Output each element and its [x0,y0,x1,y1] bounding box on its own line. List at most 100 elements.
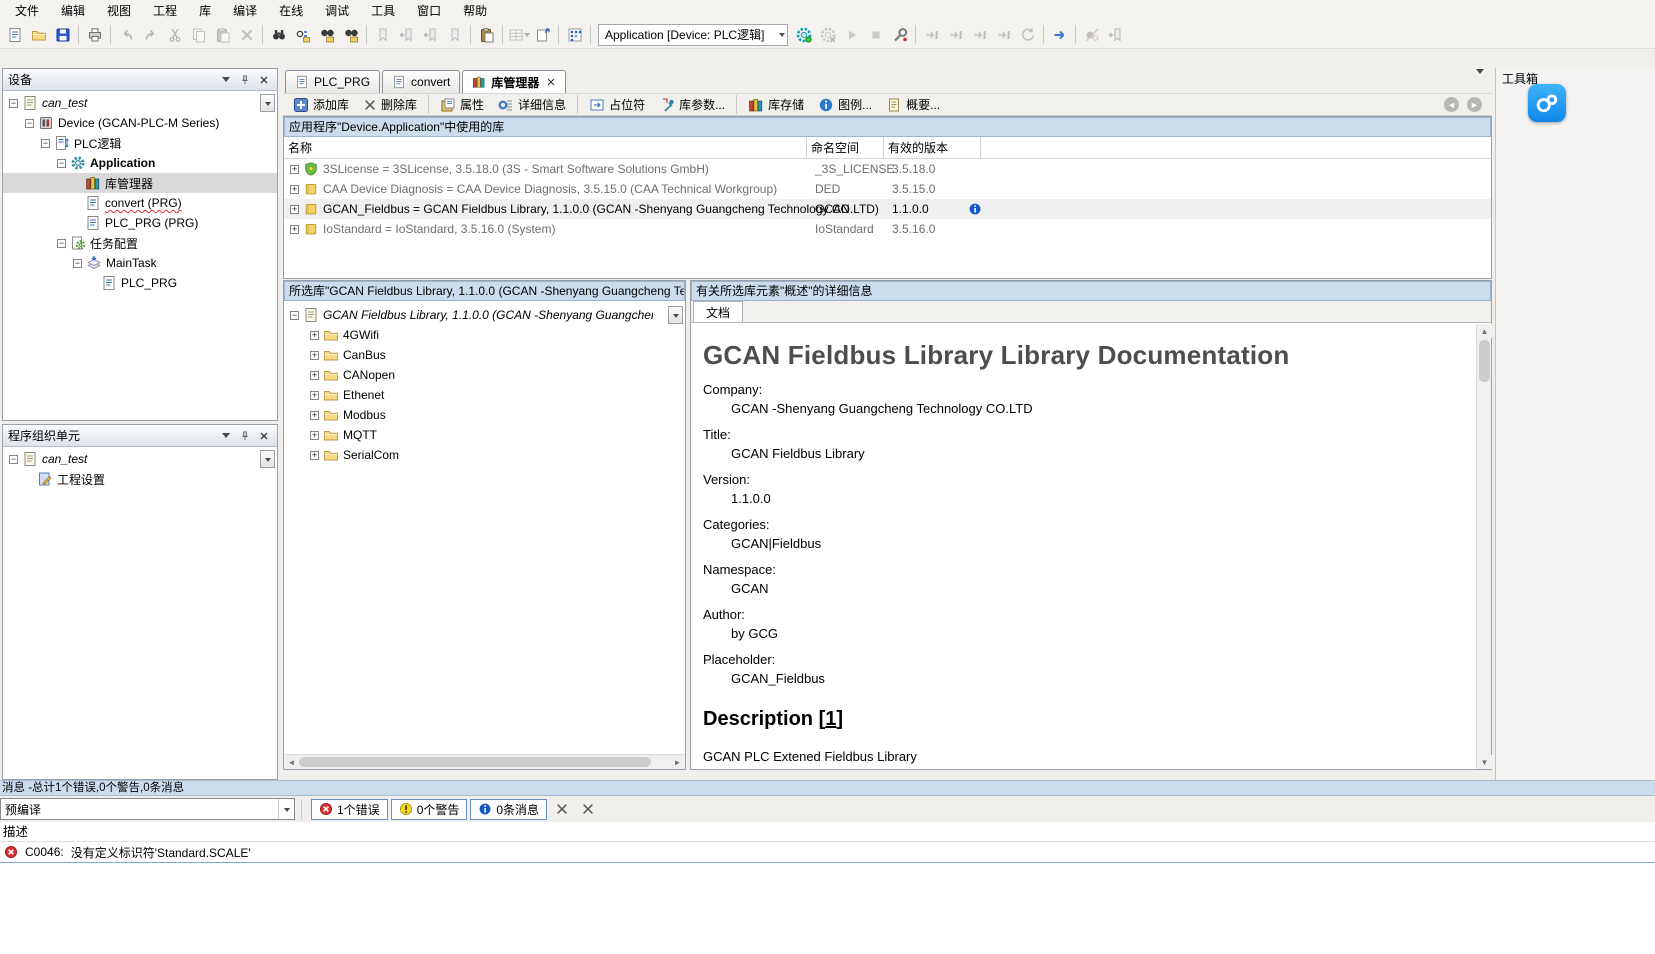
scroll-up-button[interactable]: ▲ [1477,324,1492,338]
error-message-row[interactable]: C0046: 没有定义标识符'Standard.SCALE' [0,842,1655,863]
expand-icon[interactable] [310,371,319,380]
print-button[interactable] [83,23,106,46]
collapse-icon[interactable] [9,99,18,108]
tab-plc-prg[interactable]: PLC_PRG [285,70,380,93]
collapse-icon[interactable] [25,119,34,128]
run-to-cursor-button[interactable] [992,23,1015,46]
single-cycle-button[interactable] [888,23,911,46]
column-namespace[interactable]: 命名空间 [807,137,884,159]
find-in-project-button[interactable] [315,23,338,46]
expand-icon[interactable] [310,431,319,440]
step-out-button[interactable] [968,23,991,46]
panel-close-button[interactable] [256,72,272,87]
declaration-table-button[interactable] [507,23,530,46]
panel-close-button[interactable] [256,428,272,443]
tree-item-folder-mqtt[interactable]: MQTT [284,425,685,445]
column-version[interactable]: 有效的版本 [884,137,981,159]
project-combo-button[interactable] [260,450,275,468]
menu-build[interactable]: 编译 [222,0,268,21]
tab-documentation[interactable]: 文档 [693,301,743,322]
library-parameters-button[interactable]: 库参数... [653,94,731,115]
tab-library-manager[interactable]: 库管理器 ✕ [462,70,565,93]
scrollbar-thumb[interactable] [1479,340,1490,382]
tree-item-folder-4gwifi[interactable]: 4GWifi [284,325,685,345]
placeholder-button[interactable]: 占位符 [583,94,651,115]
menu-window[interactable]: 窗口 [406,0,452,21]
vertical-scrollbar[interactable]: ▲ ▼ [1476,324,1491,769]
tree-item-maintask[interactable]: MainTask [3,253,277,273]
scroll-left-button[interactable]: ◄ [284,755,299,769]
step-over-button[interactable] [920,23,943,46]
paste-special-button[interactable] [475,23,498,46]
tree-item-folder-ethenet[interactable]: Ethenet [284,385,685,405]
active-application-combo[interactable]: Application [Device: PLC逻辑] [598,24,788,46]
collapse-icon[interactable] [57,159,66,168]
expand-icon[interactable] [310,351,319,360]
new-window-button[interactable] [531,23,554,46]
menu-library[interactable]: 库 [188,0,222,21]
expand-icon[interactable] [290,205,299,214]
legend-button[interactable]: 图例... [812,94,878,115]
cut-button[interactable] [163,23,186,46]
forward-button[interactable]: ► [1467,97,1482,112]
delete-library-button[interactable]: 删除库 [357,94,423,115]
menu-file[interactable]: 文件 [4,0,50,21]
logout-button[interactable] [816,23,839,46]
toggle-breakpoint-button[interactable] [1080,23,1103,46]
expand-icon[interactable] [310,331,319,340]
open-project-button[interactable] [27,23,50,46]
next-bookmark-button[interactable] [419,23,442,46]
expand-icon[interactable] [310,411,319,420]
library-version-combo[interactable] [668,306,683,324]
panel-pin-button[interactable] [237,428,253,443]
tree-item-library-manager[interactable]: 库管理器 [3,173,277,193]
tree-item-device[interactable]: Device (GCAN-PLC-M Series) [3,113,277,133]
menu-edit[interactable]: 编辑 [50,0,96,21]
clear-messages-button[interactable] [551,799,573,820]
clear-bookmarks-button[interactable] [443,23,466,46]
copy-button[interactable] [187,23,210,46]
tree-item-maintask-plc-prg[interactable]: PLC_PRG [3,273,277,293]
reset-button[interactable] [1016,23,1039,46]
stop-button[interactable] [864,23,887,46]
collapse-icon[interactable] [41,139,50,148]
step-into-button[interactable] [944,23,967,46]
details-button[interactable]: 详细信息 [492,94,572,115]
menu-debug[interactable]: 调试 [314,0,360,21]
warnings-filter-button[interactable]: 0个警告 [391,799,468,820]
back-button[interactable]: ◄ [1444,97,1459,112]
info-icon[interactable] [968,202,982,216]
tree-item-library-root[interactable]: GCAN Fieldbus Library, 1.1.0.0 (GCAN -Sh… [284,305,685,325]
flow-control-button[interactable] [1048,23,1071,46]
scroll-down-button[interactable]: ▼ [1477,755,1492,769]
description-column-header[interactable]: 描述 [0,822,1655,842]
build-button[interactable] [563,23,586,46]
new-project-button[interactable] [3,23,26,46]
prev-bookmark-button[interactable] [395,23,418,46]
menu-view[interactable]: 视图 [96,0,142,21]
library-row-3slicense[interactable]: 3SLicense = 3SLicense, 3.5.18.0 (3S - Sm… [284,159,1491,179]
toggle-bookmark-button[interactable] [371,23,394,46]
menu-tools[interactable]: 工具 [360,0,406,21]
library-row-iostandard[interactable]: IoStandard = IoStandard, 3.5.16.0 (Syste… [284,219,1491,239]
menu-online[interactable]: 在线 [268,0,314,21]
tree-item-application[interactable]: Application [3,153,277,173]
expand-icon[interactable] [310,451,319,460]
menu-project[interactable]: 工程 [142,0,188,21]
panel-pin-button[interactable] [237,72,253,87]
replace-button[interactable] [291,23,314,46]
scroll-right-button[interactable]: ► [670,755,685,769]
undo-button[interactable] [115,23,138,46]
redo-button[interactable] [139,23,162,46]
tree-item-folder-canopen[interactable]: CANopen [284,365,685,385]
collapse-icon[interactable] [9,455,18,464]
paste-button[interactable] [211,23,234,46]
tab-overflow-button[interactable] [1476,74,1484,88]
tree-item-folder-modbus[interactable]: Modbus [284,405,685,425]
find-button[interactable] [267,23,290,46]
horizontal-scrollbar[interactable]: ◄ ► [284,754,685,769]
errors-filter-button[interactable]: 1个错误 [311,799,388,820]
panel-menu-button[interactable] [218,428,234,443]
tab-convert[interactable]: convert [382,70,460,93]
edit-object-button[interactable] [1104,23,1127,46]
